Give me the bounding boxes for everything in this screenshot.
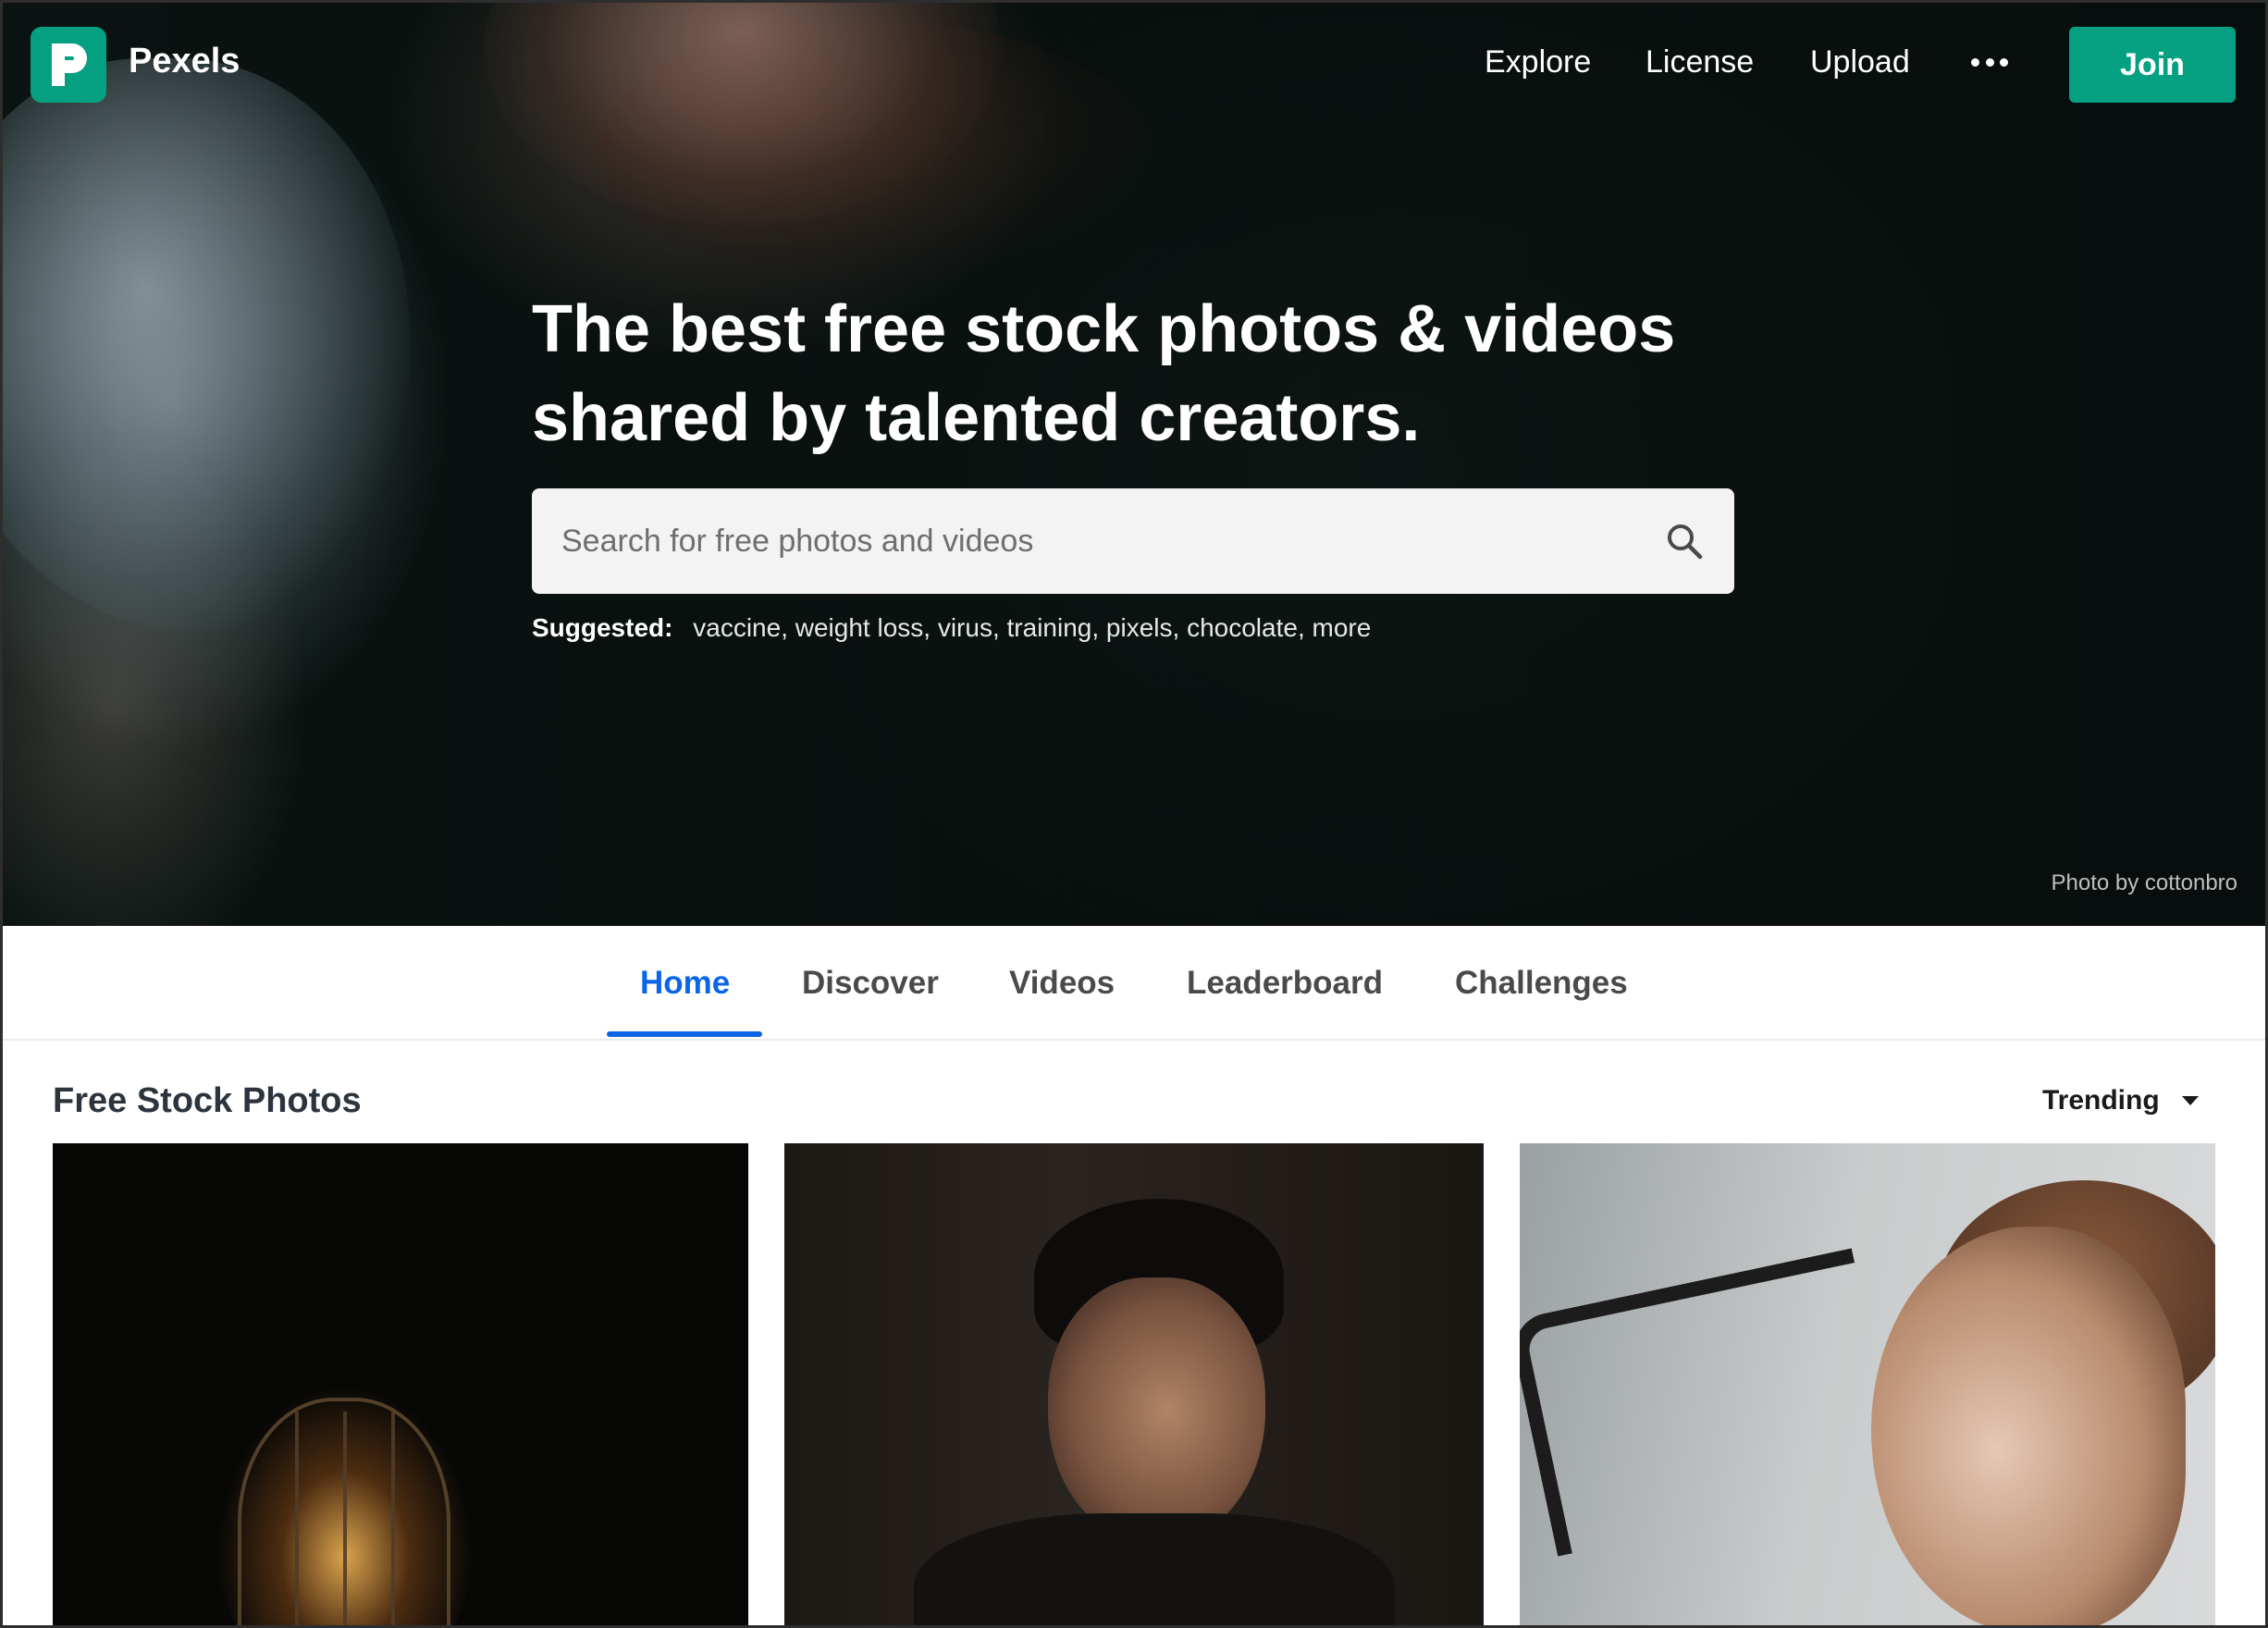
sort-label: Trending — [2042, 1085, 2160, 1116]
suggested-term-virus[interactable]: virus — [938, 613, 992, 642]
tab-home[interactable]: Home — [640, 965, 730, 1002]
portrait-face — [1048, 1277, 1265, 1546]
tab-discover[interactable]: Discover — [802, 965, 939, 1002]
top-navigation: Pexels Explore License Upload Join — [3, 3, 2265, 123]
tab-videos[interactable]: Videos — [1009, 965, 1115, 1002]
pexels-logo-icon[interactable] — [31, 27, 106, 103]
search-input[interactable] — [561, 488, 1634, 594]
section-title: Free Stock Photos — [53, 1081, 362, 1120]
brand-name[interactable]: Pexels — [129, 42, 240, 81]
nav-license-link[interactable]: License — [1646, 44, 1754, 80]
hero-photo-credit[interactable]: Photo by cottonbro — [2052, 870, 2237, 896]
suggested-term-more[interactable]: more — [1313, 613, 1372, 642]
active-tab-indicator — [607, 1031, 762, 1037]
suggested-term-chocolate[interactable]: chocolate — [1187, 613, 1298, 642]
search-bar — [532, 488, 1734, 594]
search-icon[interactable] — [1664, 521, 1705, 561]
nav-explore-link[interactable]: Explore — [1485, 44, 1591, 80]
suggested-term-weight-loss[interactable]: weight loss — [795, 613, 924, 642]
sort-dropdown[interactable]: Trending — [2042, 1085, 2199, 1116]
photo-card-lamp[interactable] — [53, 1143, 748, 1625]
main-tabs: Home Discover Videos Leaderboard Challen… — [3, 926, 2265, 1041]
join-button[interactable]: Join — [2069, 27, 2236, 103]
hero-headline: The best free stock photos & videos shar… — [532, 285, 1734, 462]
tab-challenges[interactable]: Challenges — [1455, 965, 1628, 1002]
suggested-term-training[interactable]: training — [1007, 613, 1092, 642]
hero-overlay — [3, 3, 2265, 926]
browser-viewport: Pexels Explore License Upload Join The b… — [3, 3, 2265, 1625]
photo-card-portrait[interactable] — [784, 1143, 1484, 1625]
chevron-down-icon — [2181, 1096, 2199, 1105]
tab-leaderboard[interactable]: Leaderboard — [1187, 965, 1383, 1002]
portrait-body — [914, 1513, 1395, 1625]
suggested-label: Suggested: — [532, 613, 673, 642]
suggested-searches: Suggested: vaccine, weight loss, virus, … — [532, 613, 1372, 642]
suggested-term-vaccine[interactable]: vaccine — [693, 613, 781, 642]
nav-upload-link[interactable]: Upload — [1810, 44, 1910, 80]
photo-card-woman[interactable] — [1520, 1143, 2215, 1625]
headline-line-2: shared by talented creators. — [532, 381, 1421, 455]
hero-section: Pexels Explore License Upload Join The b… — [3, 3, 2265, 926]
ellipsis-icon[interactable] — [1971, 53, 2008, 71]
woman-face — [1871, 1227, 2186, 1625]
headline-line-1: The best free stock photos & videos — [532, 292, 1676, 366]
suggested-term-pixels[interactable]: pixels — [1106, 613, 1173, 642]
